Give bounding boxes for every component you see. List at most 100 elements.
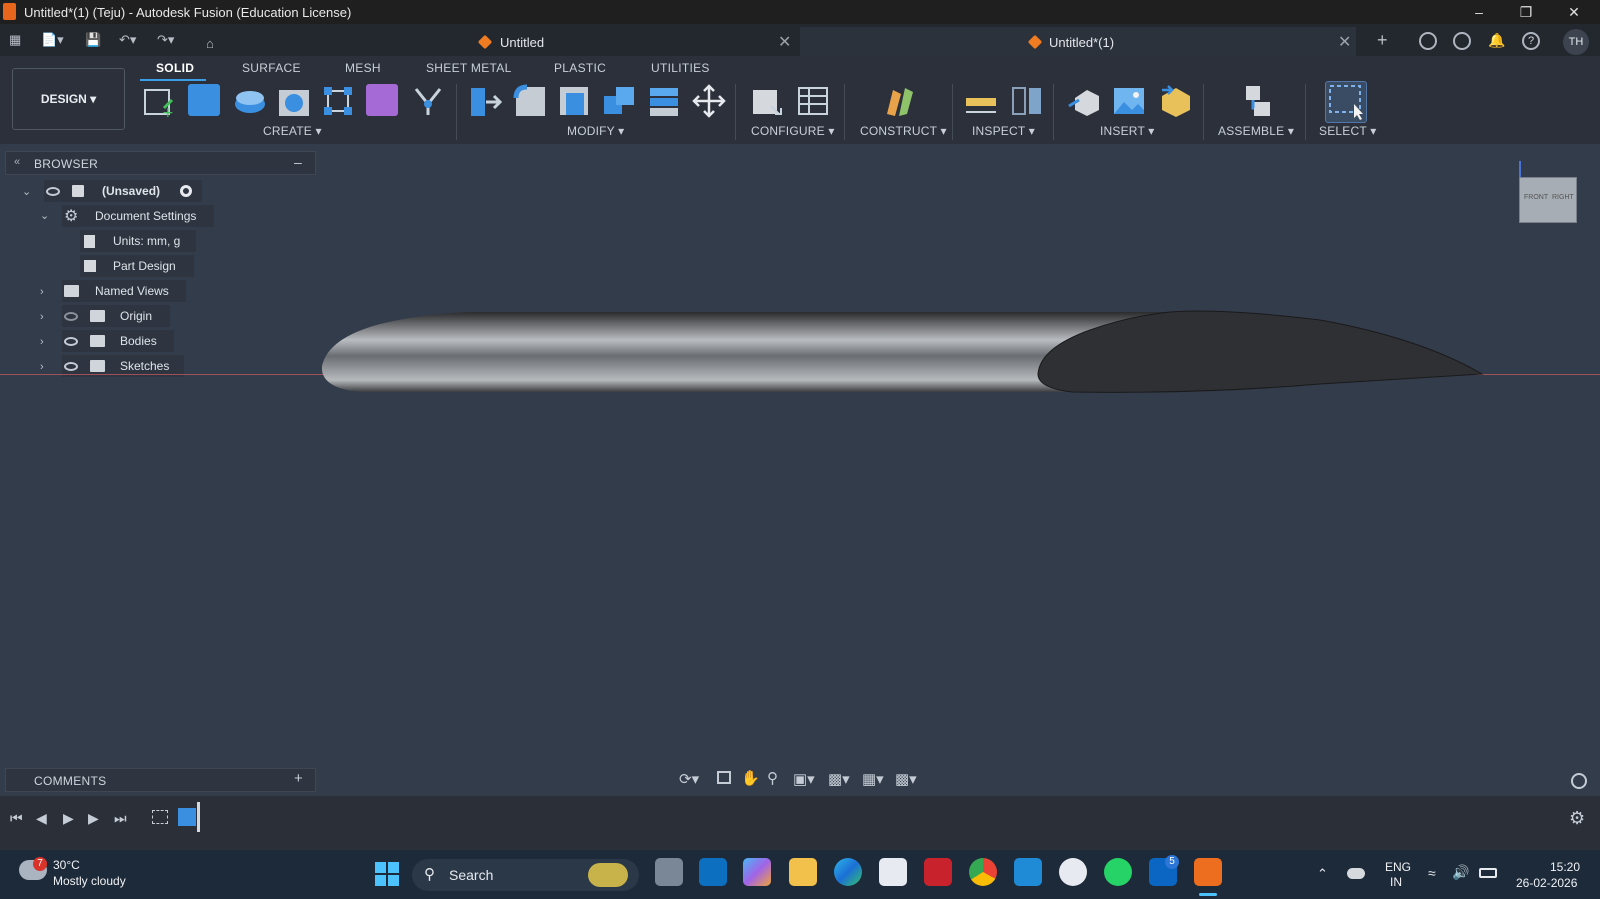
- visibility-eye-icon[interactable]: [64, 362, 78, 371]
- snipping-tool-icon[interactable]: [699, 858, 727, 886]
- configure-icon[interactable]: [751, 84, 783, 116]
- measure-icon[interactable]: [964, 84, 996, 116]
- combine-icon[interactable]: [602, 84, 634, 116]
- tab-untitled-1[interactable]: Untitled*(1) ✕: [800, 27, 1356, 56]
- tab-surface[interactable]: SURFACE: [242, 61, 301, 75]
- browser-root[interactable]: (Unsaved): [44, 180, 202, 202]
- file-explorer-icon[interactable]: [789, 858, 817, 886]
- construct-plane-icon[interactable]: [883, 84, 915, 116]
- browser-item-document-settings[interactable]: ⚙ Document Settings: [62, 205, 214, 227]
- tab-utilities[interactable]: UTILITIES: [651, 61, 710, 75]
- new-component-icon[interactable]: [1238, 84, 1270, 116]
- language-region[interactable]: IN: [1390, 875, 1402, 889]
- insert-menu[interactable]: INSERT ▾: [1100, 124, 1155, 138]
- browser-item-units[interactable]: Units: mm, g: [80, 230, 196, 252]
- battery-icon[interactable]: [1479, 868, 1497, 878]
- vscode-icon[interactable]: [1014, 858, 1042, 886]
- insert-image-icon[interactable]: [1112, 84, 1144, 116]
- onedrive-cloud-icon[interactable]: [1347, 868, 1365, 879]
- weather-temperature[interactable]: 30°C: [53, 858, 80, 872]
- minimize-button[interactable]: –: [1456, 0, 1502, 24]
- assemble-menu[interactable]: ASSEMBLE ▾: [1218, 124, 1294, 138]
- redo-icon[interactable]: ↷▾: [157, 32, 174, 48]
- chatgpt-icon[interactable]: [1059, 858, 1087, 886]
- timeline-end-icon[interactable]: ⏭: [114, 810, 127, 827]
- clock-time[interactable]: 15:20: [1550, 860, 1580, 874]
- add-comment-icon[interactable]: +: [294, 770, 303, 787]
- whatsapp-icon[interactable]: [1104, 858, 1132, 886]
- close-tab-icon[interactable]: ✕: [1338, 32, 1351, 52]
- help-icon[interactable]: ?: [1522, 32, 1540, 50]
- performance-icon[interactable]: [1571, 773, 1587, 789]
- chevron-right-icon[interactable]: ›: [40, 311, 44, 323]
- hidden-eye-icon[interactable]: [64, 312, 78, 321]
- undo-icon[interactable]: ↶▾: [119, 32, 136, 48]
- airfoil-body[interactable]: [320, 308, 1485, 394]
- weather-description[interactable]: Mostly cloudy: [53, 874, 126, 888]
- browser-item-named-views[interactable]: Named Views: [62, 280, 186, 302]
- save-icon[interactable]: 💾: [85, 32, 101, 48]
- collapse-panel-icon[interactable]: «: [14, 156, 20, 168]
- show-hidden-icons-chevron-icon[interactable]: ⌃: [1317, 866, 1328, 882]
- edge-icon[interactable]: [834, 858, 862, 886]
- tab-mesh[interactable]: MESH: [345, 61, 381, 75]
- display-settings-icon[interactable]: ▩▾: [828, 770, 850, 788]
- orbit-icon[interactable]: ⟳▾: [679, 770, 699, 788]
- app-grid-icon[interactable]: ▦: [9, 32, 21, 48]
- timeline-play-icon[interactable]: ▶: [63, 810, 74, 827]
- tab-untitled[interactable]: Untitled ✕: [460, 27, 800, 56]
- timeline-previous-icon[interactable]: ◀: [36, 810, 47, 827]
- job-status-icon[interactable]: [1419, 32, 1437, 50]
- chevron-down-icon[interactable]: ⌄: [22, 185, 31, 198]
- windows-start-icon[interactable]: [375, 862, 399, 886]
- pan-hand-icon[interactable]: ✋: [741, 769, 760, 787]
- browser-panel-header[interactable]: « BROWSER –: [5, 151, 316, 175]
- browser-item-bodies[interactable]: Bodies: [62, 330, 174, 352]
- online-status-icon[interactable]: [1453, 32, 1471, 50]
- zoom-icon[interactable]: ⚲: [767, 769, 778, 787]
- section-analysis-icon[interactable]: [1010, 84, 1042, 116]
- mcafee-icon[interactable]: [924, 858, 952, 886]
- browser-item-part-design[interactable]: Part Design: [80, 255, 194, 277]
- fit-icon[interactable]: ▣▾: [793, 770, 815, 788]
- chrome-icon[interactable]: [969, 858, 997, 886]
- extrude-icon[interactable]: [188, 84, 220, 116]
- create-sketch-icon[interactable]: +: [142, 84, 174, 121]
- move-copy-icon[interactable]: [692, 84, 726, 118]
- insert-mesh-icon[interactable]: [1158, 84, 1190, 117]
- sketch-feature-icon[interactable]: [152, 810, 168, 824]
- new-tab-icon[interactable]: +: [1377, 31, 1388, 49]
- fusion-taskbar-icon[interactable]: [1194, 858, 1222, 886]
- extrude-feature-icon[interactable]: [178, 808, 196, 826]
- taskbar-search[interactable]: ⚲ Search: [412, 859, 639, 891]
- clock-date[interactable]: 26-02-2026: [1516, 876, 1577, 890]
- workspace-switcher[interactable]: DESIGN ▾: [12, 68, 125, 130]
- create-form-icon[interactable]: [366, 84, 398, 116]
- restore-button[interactable]: ❐: [1503, 0, 1549, 24]
- tab-sheet-metal[interactable]: SHEET METAL: [426, 61, 512, 75]
- offset-face-icon[interactable]: [647, 84, 679, 116]
- configure-menu[interactable]: CONFIGURE ▾: [751, 124, 835, 138]
- timeline-settings-gear-icon[interactable]: ⚙: [1569, 808, 1585, 829]
- press-pull-icon[interactable]: [468, 84, 503, 116]
- task-view-icon[interactable]: [655, 858, 683, 886]
- derive-icon[interactable]: [411, 84, 443, 116]
- language-code[interactable]: ENG: [1385, 860, 1411, 874]
- create-menu[interactable]: CREATE ▾: [263, 124, 322, 138]
- construct-menu[interactable]: CONSTRUCT ▾: [860, 124, 947, 138]
- close-tab-icon[interactable]: ✕: [778, 32, 791, 52]
- revolve-icon[interactable]: [233, 84, 265, 116]
- configuration-table-icon[interactable]: [796, 84, 828, 116]
- speaker-icon[interactable]: 🔊: [1452, 864, 1469, 881]
- chevron-right-icon[interactable]: ›: [40, 336, 44, 348]
- home-icon[interactable]: ⌂: [206, 36, 214, 52]
- visibility-eye-icon[interactable]: [64, 337, 78, 346]
- chevron-right-icon[interactable]: ›: [40, 361, 44, 373]
- insert-derive-icon[interactable]: [1067, 84, 1099, 116]
- user-avatar[interactable]: TH: [1563, 29, 1589, 55]
- tab-solid[interactable]: SOLID: [156, 61, 194, 75]
- close-window-button[interactable]: ✕: [1551, 0, 1597, 24]
- pattern-icon[interactable]: [321, 84, 353, 116]
- modify-menu[interactable]: MODIFY ▾: [567, 124, 624, 138]
- wifi-icon[interactable]: ≈: [1428, 865, 1436, 881]
